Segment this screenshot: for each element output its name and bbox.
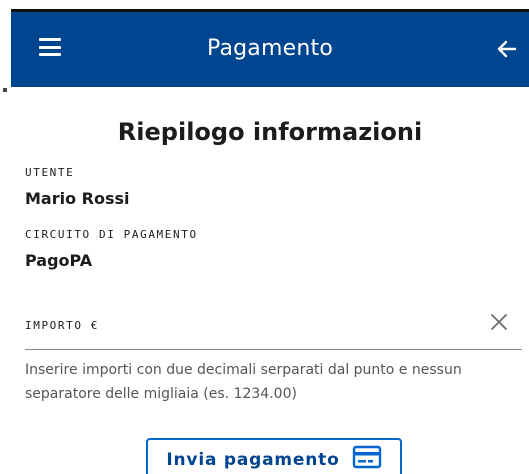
credit-card-icon	[352, 445, 382, 474]
send-payment-button[interactable]: Invia pagamento	[146, 438, 402, 474]
window-left-edge	[0, 0, 11, 474]
user-label: UTENTE	[25, 166, 75, 179]
circuit-value: PagoPA	[25, 251, 93, 270]
amount-input[interactable]	[25, 312, 475, 342]
send-payment-label: Invia pagamento	[166, 449, 340, 470]
amount-underline	[25, 349, 522, 350]
amount-hint: Inserire importi con due decimali serpar…	[25, 362, 462, 402]
user-value: Mario Rossi	[25, 189, 130, 208]
window-top-edge	[0, 0, 529, 12]
app-screen: Pagamento Riepilogo informazioni UTENTE …	[11, 12, 529, 474]
summary-heading: Riepilogo informazioni	[117, 118, 423, 146]
page-title: Pagamento	[206, 36, 333, 61]
close-icon[interactable]	[489, 312, 509, 332]
arrow-left-icon[interactable]	[491, 34, 521, 64]
app-bar: Pagamento	[11, 12, 529, 87]
circuit-label: CIRCUITO DI PAGAMENTO	[25, 228, 198, 241]
